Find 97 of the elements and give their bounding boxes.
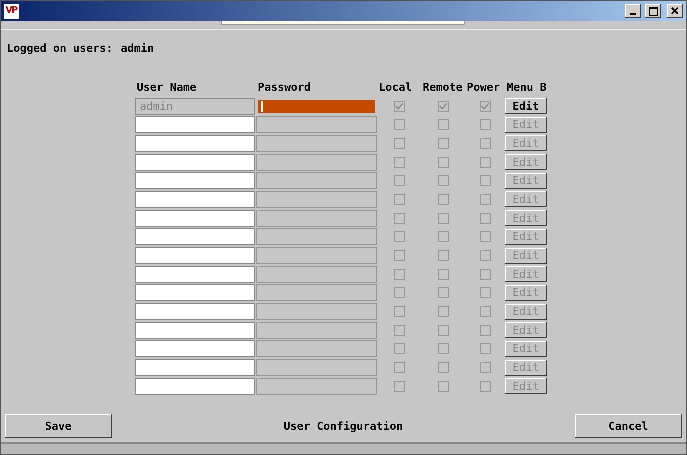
password-field[interactable] (256, 340, 377, 358)
checkbox[interactable] (394, 362, 404, 374)
username-field[interactable] (135, 303, 255, 320)
checkbox[interactable] (394, 380, 404, 392)
checkbox[interactable] (394, 324, 404, 336)
password-field[interactable] (256, 210, 377, 227)
app-logo: VP (4, 4, 19, 18)
checkbox[interactable] (480, 194, 490, 205)
checkbox[interactable] (480, 231, 490, 242)
checkbox[interactable] (438, 324, 448, 336)
checkbox[interactable] (480, 156, 490, 168)
checkbox[interactable] (438, 380, 448, 392)
username-field[interactable] (135, 154, 255, 171)
username-field[interactable] (135, 322, 255, 339)
checkbox[interactable] (480, 119, 490, 130)
checkbox[interactable] (394, 250, 404, 262)
password-field[interactable] (256, 284, 377, 302)
password-field[interactable] (256, 98, 377, 115)
password-field[interactable] (256, 134, 377, 152)
password-field[interactable] (256, 116, 377, 134)
checkbox[interactable] (394, 306, 404, 318)
checkbox[interactable] (438, 268, 448, 280)
checkbox[interactable] (394, 156, 404, 168)
checkbox[interactable] (438, 231, 448, 242)
password-field[interactable] (256, 228, 377, 246)
column-header: Power (467, 80, 500, 94)
checkbox[interactable] (480, 324, 490, 336)
column-header: Remote (423, 80, 463, 94)
checkbox[interactable] (394, 194, 404, 205)
logged-on-user: admin (120, 42, 154, 55)
checkbox[interactable] (480, 287, 490, 298)
maximize-button[interactable] (645, 4, 661, 18)
username-field[interactable] (135, 378, 255, 395)
close-icon (671, 7, 679, 15)
username-field[interactable] (135, 210, 255, 227)
checkbox[interactable] (438, 138, 448, 149)
username-field[interactable] (135, 190, 255, 208)
username-field[interactable] (135, 266, 255, 283)
checkbox[interactable] (394, 138, 404, 149)
username-field[interactable] (135, 228, 255, 246)
checkbox[interactable] (438, 119, 448, 130)
checkbox[interactable] (394, 100, 404, 112)
username-field[interactable] (135, 284, 255, 302)
dialog-title: User Configuration (284, 420, 404, 432)
minimize-button[interactable] (625, 4, 641, 18)
column-header: Password (258, 80, 311, 94)
password-field[interactable] (256, 266, 377, 283)
checkbox[interactable] (480, 306, 490, 318)
password-field[interactable] (256, 190, 377, 208)
cancel-button[interactable]: Cancel (575, 414, 682, 438)
password-field[interactable] (256, 303, 377, 320)
checkbox[interactable] (480, 343, 490, 354)
column-header: User Name (137, 80, 197, 94)
checkbox[interactable] (394, 119, 404, 130)
checkbox[interactable] (394, 231, 404, 242)
column-header: Menu B (507, 80, 547, 94)
password-field[interactable] (256, 172, 377, 190)
checkbox[interactable] (394, 175, 404, 186)
password-field[interactable] (256, 154, 377, 171)
checkbox[interactable] (394, 287, 404, 298)
checkbox[interactable] (438, 194, 448, 205)
checkbox[interactable] (394, 343, 404, 354)
checkbox[interactable] (480, 138, 490, 149)
close-button[interactable] (667, 4, 683, 18)
checkbox[interactable] (480, 212, 490, 224)
checkbox[interactable] (480, 175, 490, 186)
save-button[interactable]: Save (5, 414, 112, 438)
checkbox[interactable] (438, 343, 448, 354)
username-field[interactable] (135, 134, 255, 152)
username-field[interactable] (135, 116, 255, 134)
checkbox[interactable] (438, 156, 448, 168)
checkbox[interactable] (438, 100, 448, 112)
password-field[interactable] (256, 322, 377, 339)
checkbox[interactable] (438, 212, 448, 224)
password-field[interactable] (256, 247, 377, 264)
checkbox[interactable] (480, 268, 490, 280)
checkbox[interactable] (438, 250, 448, 262)
checkbox[interactable] (438, 362, 448, 374)
checkbox[interactable] (480, 100, 490, 112)
edit-button[interactable]: Edit (505, 98, 547, 114)
username-field[interactable] (135, 340, 255, 358)
checkbox[interactable] (480, 380, 490, 392)
maximize-icon (648, 6, 658, 16)
logged-on-label: Logged on users: (7, 42, 113, 55)
username-field[interactable] (135, 172, 255, 190)
checkbox[interactable] (438, 287, 448, 298)
username-field[interactable] (135, 247, 255, 264)
checkbox[interactable] (394, 212, 404, 224)
checkbox[interactable] (438, 306, 448, 318)
checkbox[interactable] (394, 268, 404, 280)
password-field[interactable] (256, 378, 377, 395)
password-field[interactable] (256, 359, 377, 376)
checkbox[interactable] (438, 175, 448, 186)
checkbox[interactable] (480, 250, 490, 262)
username-field[interactable] (135, 359, 255, 376)
column-header: Local (379, 80, 412, 94)
checkbox[interactable] (480, 362, 490, 374)
